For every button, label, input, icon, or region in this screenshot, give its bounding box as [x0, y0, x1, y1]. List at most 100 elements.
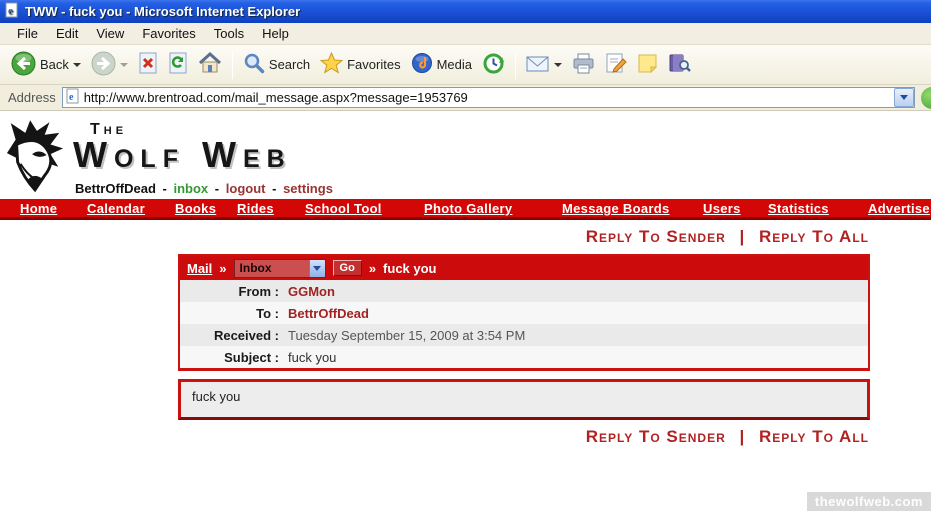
address-label: Address	[8, 90, 56, 105]
logout-link[interactable]: logout	[226, 181, 266, 196]
go-icon	[921, 87, 931, 109]
forward-button[interactable]	[86, 48, 133, 82]
chevron-down-icon[interactable]	[309, 260, 325, 277]
stop-button[interactable]	[133, 49, 163, 80]
folder-select[interactable]: Inbox	[234, 259, 326, 278]
back-button[interactable]: Back	[6, 48, 86, 82]
address-page-icon: e	[66, 88, 80, 107]
from-label: From :	[180, 284, 284, 299]
mail-message-table: Mail » Inbox Go » fuck you From : GGMon …	[178, 254, 870, 371]
menu-favorites[interactable]: Favorites	[133, 24, 204, 43]
breadcrumb-subject: fuck you	[383, 261, 436, 276]
nav-users[interactable]: Users	[703, 201, 741, 216]
address-bar: Address e http://www.brentroad.com/mail_…	[0, 85, 931, 111]
go-button[interactable]	[921, 87, 931, 109]
separator: -	[163, 181, 167, 196]
research-button[interactable]	[663, 49, 696, 80]
mail-dropdown-icon[interactable]	[554, 63, 562, 67]
site-header: The Wolf Web BettrOffDead - inbox - logo…	[0, 111, 931, 199]
folder-go-button[interactable]: Go	[333, 260, 362, 276]
wolf-logo-icon	[5, 118, 65, 198]
toolbar-separator	[515, 51, 516, 79]
nav-photo-gallery[interactable]: Photo Gallery	[424, 201, 512, 216]
nav-rides[interactable]: Rides	[237, 201, 274, 216]
mail-link[interactable]: Mail	[187, 261, 212, 276]
window-title: TWW - fuck you - Microsoft Internet Expl…	[25, 4, 300, 19]
discuss-button[interactable]	[632, 50, 663, 80]
address-dropdown-button[interactable]	[894, 88, 914, 107]
to-user-link[interactable]: BettrOffDead	[284, 306, 369, 321]
page-content: The Wolf Web BettrOffDead - inbox - logo…	[0, 111, 931, 511]
nav-school-tool[interactable]: School Tool	[305, 201, 382, 216]
mail-envelope-icon	[526, 54, 550, 76]
forward-icon	[91, 51, 116, 79]
table-row-subject: Subject : fuck you	[180, 346, 868, 368]
media-icon	[411, 52, 433, 77]
reply-links-top: Reply To Sender | Reply To All	[0, 227, 869, 247]
print-icon	[572, 52, 595, 77]
research-book-icon	[668, 52, 691, 77]
nav-home[interactable]: Home	[20, 201, 57, 216]
site-logo-text: The Wolf Web BettrOffDead - inbox - logo…	[73, 118, 333, 199]
favorites-button[interactable]: Favorites	[315, 49, 405, 80]
search-label: Search	[269, 57, 310, 72]
account-line: BettrOffDead - inbox - logout - settings	[75, 181, 333, 196]
mail-button[interactable]	[521, 51, 567, 79]
menu-edit[interactable]: Edit	[47, 24, 87, 43]
table-row-from: From : GGMon	[180, 280, 868, 302]
home-icon	[198, 52, 222, 77]
site-watermark: thewolfweb.com	[807, 492, 931, 511]
search-button[interactable]: Search	[238, 49, 315, 80]
nav-message-boards[interactable]: Message Boards	[562, 201, 670, 216]
menu-help[interactable]: Help	[253, 24, 298, 43]
logo-wolf-web: Wolf Web	[73, 139, 333, 170]
discuss-note-icon	[637, 53, 658, 77]
reply-to-all-link[interactable]: Reply To All	[759, 227, 869, 246]
favorites-label: Favorites	[347, 57, 400, 72]
favorites-star-icon	[320, 52, 343, 77]
address-url-text: http://www.brentroad.com/mail_message.as…	[84, 90, 890, 105]
stop-icon	[138, 52, 158, 77]
inbox-link[interactable]: inbox	[174, 181, 209, 196]
username: BettrOffDead	[75, 181, 156, 196]
media-label: Media	[437, 57, 472, 72]
nav-statistics[interactable]: Statistics	[768, 201, 829, 216]
menu-view[interactable]: View	[87, 24, 133, 43]
nav-books[interactable]: Books	[175, 201, 216, 216]
mail-breadcrumb-bar: Mail » Inbox Go » fuck you	[180, 256, 868, 280]
forward-dropdown-icon	[120, 63, 128, 67]
breadcrumb-chevron: »	[219, 261, 226, 276]
history-icon	[482, 52, 505, 78]
ie-window-icon: e	[4, 2, 20, 21]
nav-calendar[interactable]: Calendar	[87, 201, 145, 216]
ie-toolbar: Back Search Favorites	[0, 45, 931, 85]
breadcrumb-chevron: »	[369, 261, 376, 276]
separator: -	[215, 181, 219, 196]
refresh-button[interactable]	[163, 49, 193, 80]
media-button[interactable]: Media	[406, 49, 477, 80]
table-row-received: Received : Tuesday September 15, 2009 at…	[180, 324, 868, 346]
to-label: To :	[180, 306, 284, 321]
from-user-link[interactable]: GGMon	[284, 284, 335, 299]
address-input[interactable]: e http://www.brentroad.com/mail_message.…	[62, 87, 915, 108]
back-dropdown-icon[interactable]	[73, 63, 81, 67]
back-icon	[11, 51, 36, 79]
settings-link[interactable]: settings	[283, 181, 333, 196]
separator: |	[740, 427, 746, 446]
chevron-down-icon	[900, 95, 908, 100]
folder-selected-value: Inbox	[240, 261, 272, 275]
menu-file[interactable]: File	[8, 24, 47, 43]
menu-tools[interactable]: Tools	[205, 24, 253, 43]
print-button[interactable]	[567, 49, 600, 80]
nav-advertise[interactable]: Advertise	[868, 201, 930, 216]
window-titlebar: e TWW - fuck you - Microsoft Internet Ex…	[0, 0, 931, 23]
reply-to-all-link[interactable]: Reply To All	[759, 427, 869, 446]
home-button[interactable]	[193, 49, 227, 80]
reply-to-sender-link[interactable]: Reply To Sender	[586, 427, 726, 446]
toolbar-separator	[232, 51, 233, 79]
edit-button[interactable]	[600, 49, 632, 80]
refresh-icon	[168, 52, 188, 77]
history-button[interactable]	[477, 49, 510, 81]
reply-to-sender-link[interactable]: Reply To Sender	[586, 227, 726, 246]
subject-value: fuck you	[284, 350, 336, 365]
